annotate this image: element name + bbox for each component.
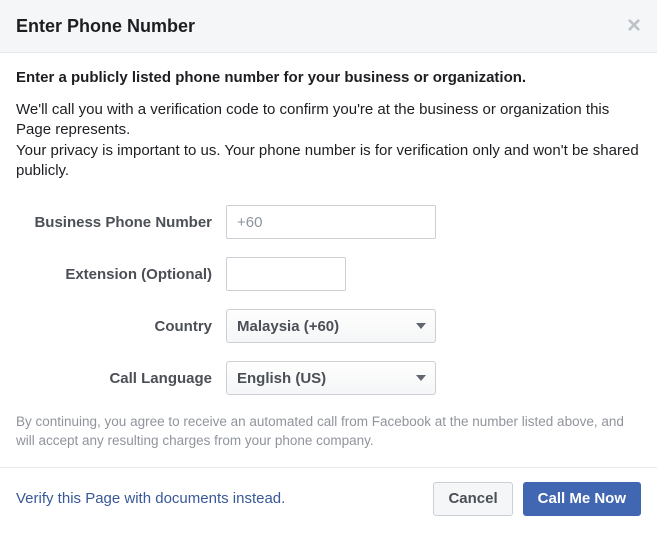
close-icon[interactable]: × — [627, 14, 641, 38]
dialog-title: Enter Phone Number — [16, 16, 195, 37]
cancel-button[interactable]: Cancel — [433, 482, 512, 516]
dialog-body: Enter a publicly listed phone number for… — [0, 53, 657, 467]
language-value: English (US) — [237, 370, 326, 387]
country-label: Country — [16, 318, 226, 335]
language-label: Call Language — [16, 370, 226, 387]
extension-label: Extension (Optional) — [16, 266, 226, 283]
intro-heading: Enter a publicly listed phone number for… — [16, 69, 641, 86]
intro-line-2: Your privacy is important to us. Your ph… — [16, 142, 639, 179]
disclaimer-text: By continuing, you agree to receive an a… — [16, 413, 641, 451]
verify-documents-link[interactable]: Verify this Page with documents instead. — [16, 490, 285, 507]
language-select[interactable]: English (US) — [226, 361, 436, 395]
dialog-footer: Verify this Page with documents instead.… — [0, 467, 657, 530]
phone-label: Business Phone Number — [16, 214, 226, 231]
intro-description: We'll call you with a verification code … — [16, 100, 641, 181]
dialog-header: Enter Phone Number × — [0, 0, 657, 53]
intro-line-1: We'll call you with a verification code … — [16, 101, 609, 138]
call-me-now-button[interactable]: Call Me Now — [523, 482, 641, 516]
country-select[interactable]: Malaysia (+60) — [226, 309, 436, 343]
country-row: Country Malaysia (+60) — [16, 309, 641, 343]
phone-input[interactable] — [226, 205, 436, 239]
phone-row: Business Phone Number — [16, 205, 641, 239]
extension-row: Extension (Optional) — [16, 257, 641, 291]
country-value: Malaysia (+60) — [237, 318, 339, 335]
language-row: Call Language English (US) — [16, 361, 641, 395]
extension-input[interactable] — [226, 257, 346, 291]
